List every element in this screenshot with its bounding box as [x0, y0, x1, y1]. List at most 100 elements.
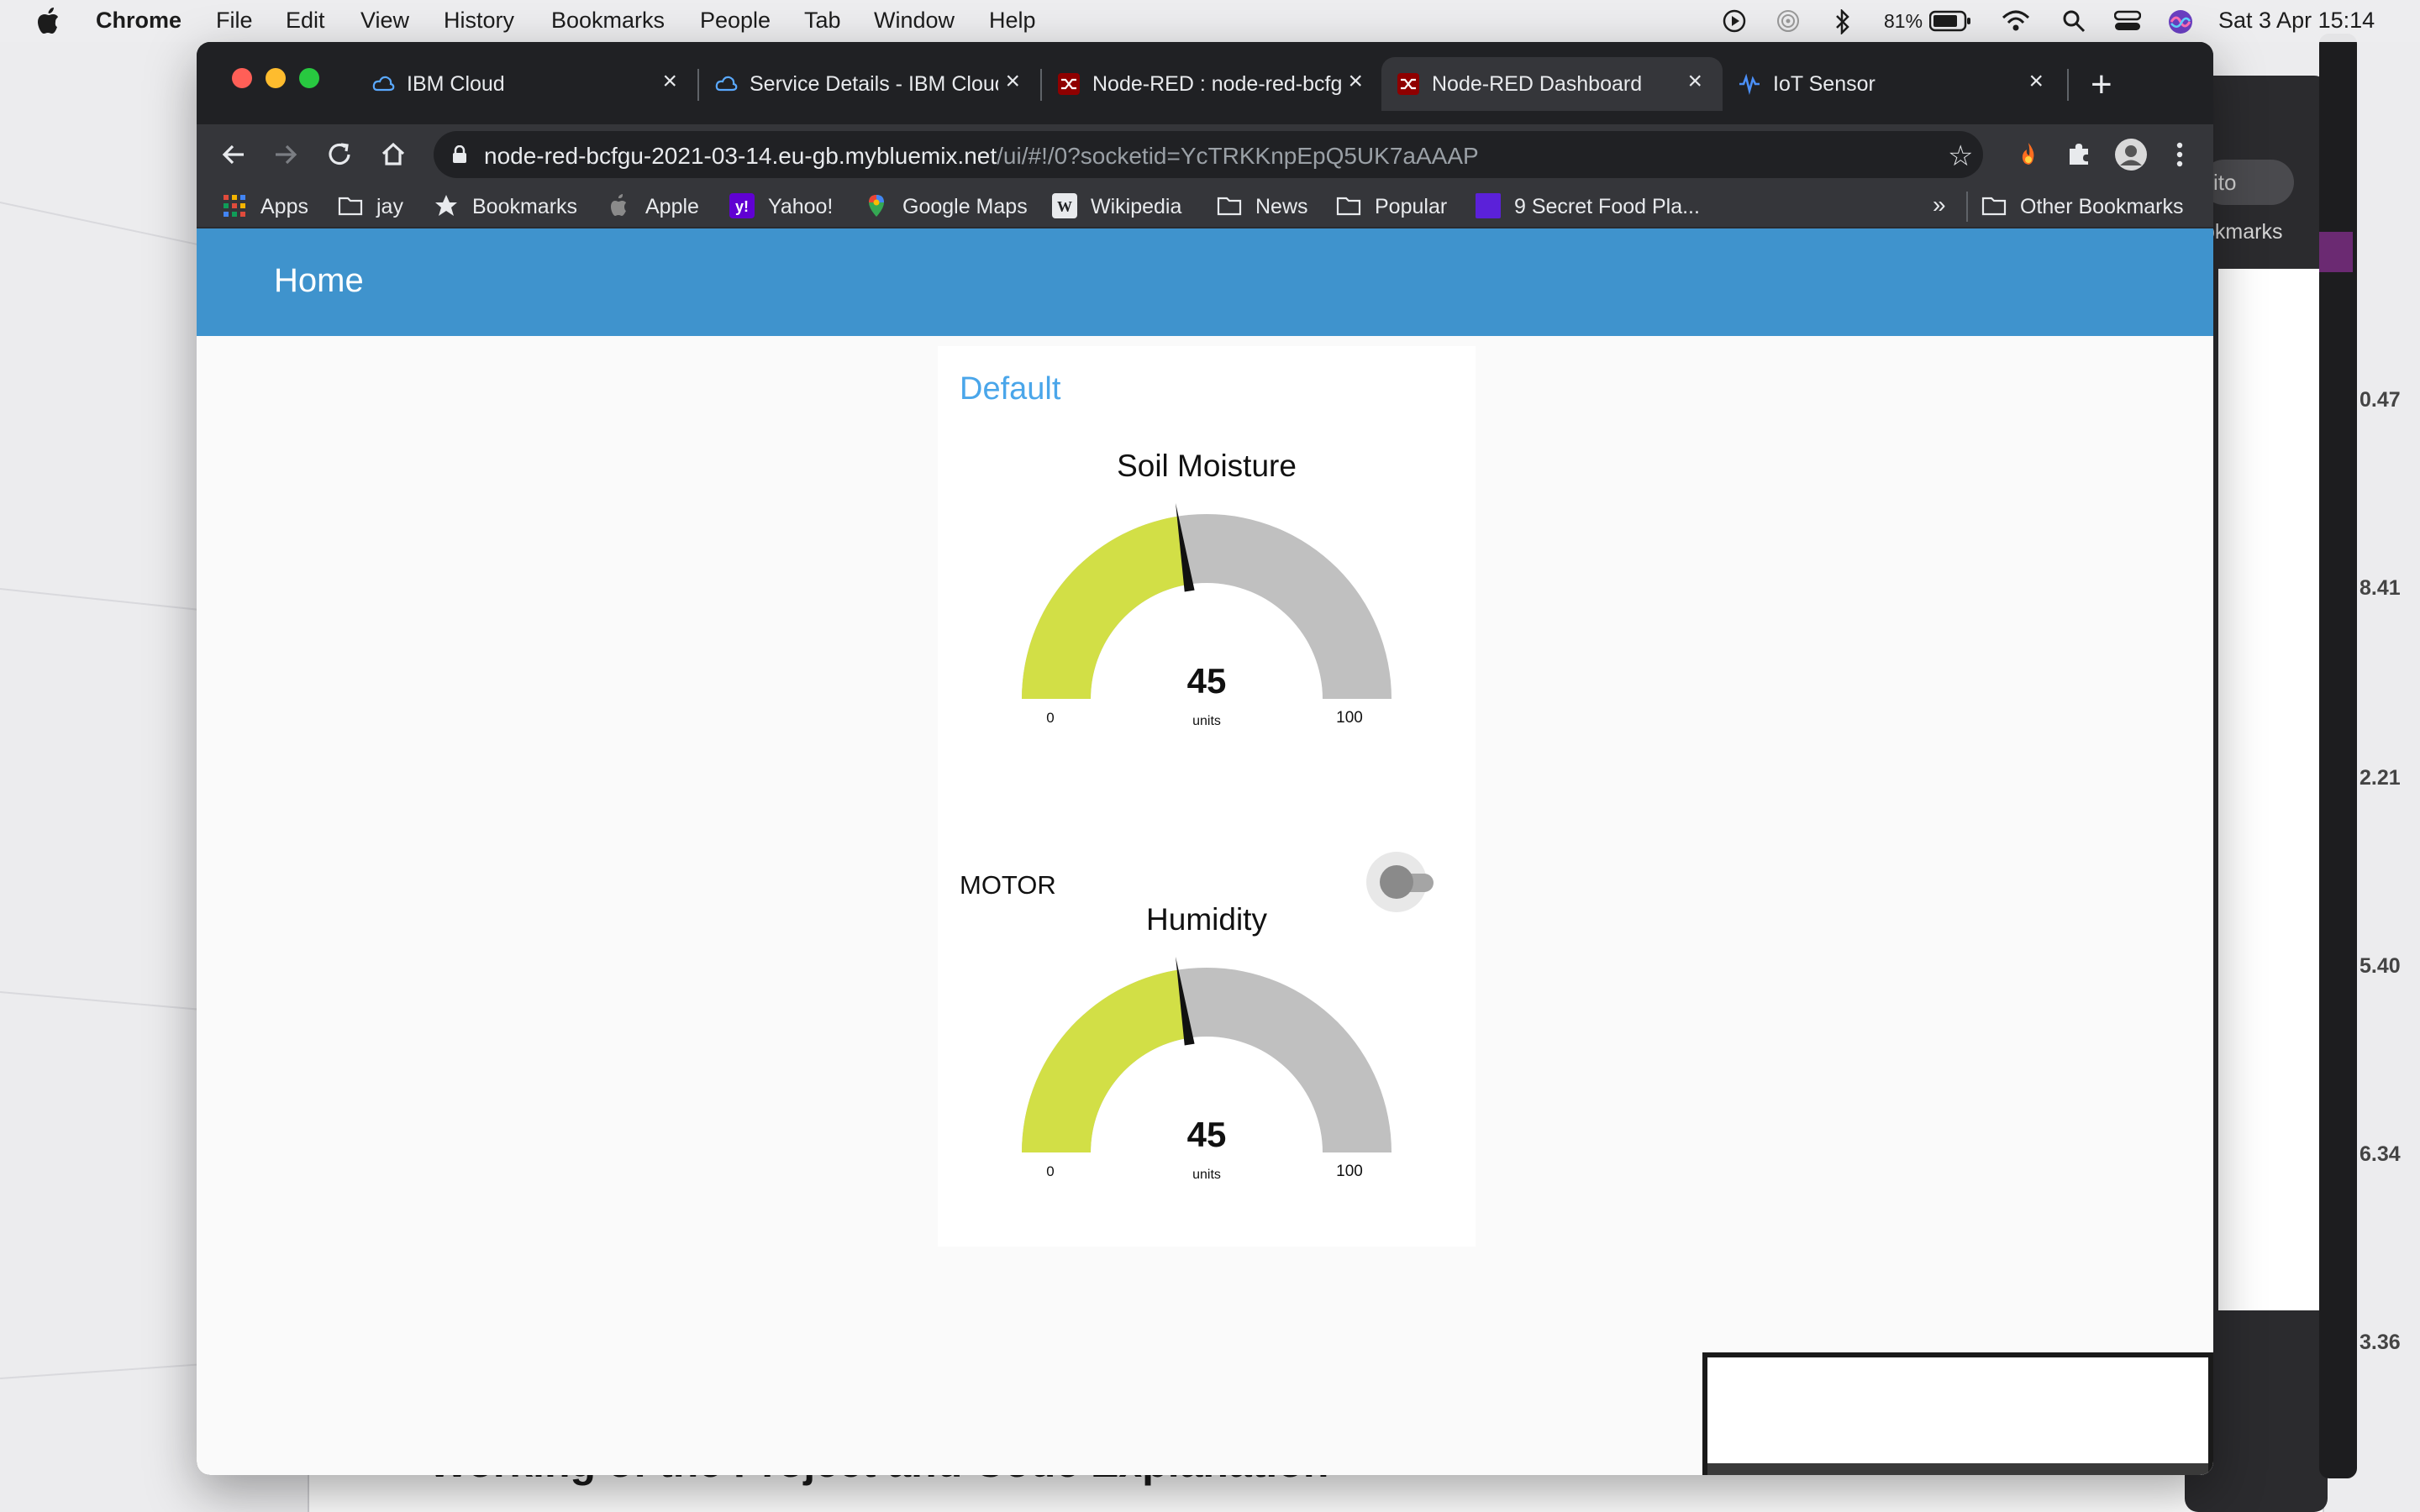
bookmarks-separator: [1966, 192, 1968, 222]
menu-window[interactable]: Window: [874, 8, 955, 34]
folder-icon: [338, 197, 363, 216]
bookmark-label: Apps: [260, 195, 308, 218]
url-text[interactable]: node-red-bcfgu-2021-03-14.eu-gb.mybluemi…: [484, 143, 1479, 170]
address-bar[interactable]: node-red-bcfgu-2021-03-14.eu-gb.mybluemi…: [434, 131, 1983, 178]
motor-label: MOTOR: [960, 870, 1056, 900]
menu-help[interactable]: Help: [989, 8, 1036, 34]
background-tab-accent: [2319, 232, 2353, 272]
close-window-button[interactable]: [232, 68, 252, 88]
wifi-icon[interactable]: [2002, 9, 2030, 33]
menu-bookmarks[interactable]: Bookmarks: [551, 8, 665, 34]
group-title: Default: [960, 371, 1061, 407]
background-number: 0.47: [2360, 388, 2401, 412]
bookmark-label: Bookmarks: [472, 195, 578, 218]
svg-text:y!: y!: [735, 198, 749, 215]
bookmark-page-icon: [1476, 193, 1501, 218]
battery-icon[interactable]: [1929, 10, 1971, 32]
browser-toolbar: node-red-bcfgu-2021-03-14.eu-gb.mybluemi…: [197, 124, 2213, 185]
soil-moisture-units: units: [1192, 714, 1221, 728]
background-number: 6.34: [2360, 1142, 2401, 1166]
airdrop-icon[interactable]: [1776, 9, 1800, 33]
new-tab-button[interactable]: +: [2091, 64, 2112, 106]
tab-title: IBM Cloud: [407, 72, 505, 96]
extension-flame-icon[interactable]: [2010, 136, 2047, 173]
yahoo-icon: y!: [729, 193, 755, 218]
bookmarks-overflow-chevron[interactable]: »: [1933, 192, 1946, 222]
dashboard-group: Default Soil Moisture 45 units 0 100 MOT…: [938, 346, 1476, 1247]
background-bookmarks-label: okmarks: [2203, 220, 2283, 244]
profile-avatar[interactable]: [2112, 136, 2149, 173]
back-arrow-icon[interactable]: [215, 136, 252, 173]
tab-title: Service Details - IBM Cloud: [750, 72, 998, 96]
tab-node-red-dashboard[interactable]: Node-RED Dashboard ×: [1381, 57, 1723, 111]
menu-history[interactable]: History: [444, 8, 514, 34]
bookmark-label: Yahoo!: [768, 195, 834, 218]
tab-strip: IBM Cloud × Service Details - IBM Cloud …: [197, 42, 2213, 124]
tab-separator: [2067, 69, 2069, 101]
background-incognito-badge: ito: [2202, 160, 2294, 205]
spotlight-search-icon[interactable]: [2062, 9, 2086, 33]
bookmark-label: Google Maps: [902, 195, 1028, 218]
menu-file[interactable]: File: [216, 8, 253, 34]
play-circle-icon[interactable]: [1723, 9, 1746, 33]
bookmark-star-icon[interactable]: ☆: [1948, 139, 1973, 173]
battery-percent: 81%: [1884, 10, 1923, 32]
node-red-icon: [1058, 73, 1080, 95]
close-tab-icon[interactable]: ×: [2028, 67, 2044, 96]
reload-icon[interactable]: [321, 136, 358, 173]
close-tab-icon[interactable]: ×: [1348, 67, 1363, 96]
background-window-panel: [2218, 269, 2319, 1310]
folder-icon: [1217, 197, 1242, 216]
ibm-cloud-icon: [372, 76, 395, 92]
google-maps-icon: [869, 195, 884, 217]
soil-moisture-gauge: 45 units 0 100: [1022, 502, 1392, 728]
zoom-window-button[interactable]: [299, 68, 319, 88]
forward-arrow-icon[interactable]: [267, 136, 304, 173]
bookmark-label: Popular: [1375, 195, 1448, 218]
chrome-menu-icon[interactable]: [2161, 136, 2198, 173]
background-number: 5.40: [2360, 954, 2401, 978]
soil-moisture-max: 100: [1336, 709, 1363, 727]
soil-moisture-title: Soil Moisture: [1117, 449, 1297, 483]
lock-icon[interactable]: [452, 145, 467, 164]
humidity-units: units: [1192, 1168, 1221, 1182]
switch-thumb[interactable]: [1380, 865, 1413, 899]
star-icon: [435, 195, 457, 216]
bluetooth-icon[interactable]: [1833, 9, 1852, 34]
minimize-window-button[interactable]: [266, 68, 286, 88]
tab-service-details[interactable]: Service Details - IBM Cloud ×: [699, 57, 1040, 111]
humidity-value: 45: [1187, 1115, 1227, 1154]
siri-icon[interactable]: [2168, 9, 2193, 34]
bookmark-label: News: [1255, 195, 1308, 218]
extensions-puzzle-icon[interactable]: [2060, 136, 2097, 173]
bookmark-label: Wikipedia: [1091, 195, 1182, 218]
url-path: /ui/#!/0?socketid=YcTRKKnpEpQ5UK7aAAAP: [997, 143, 1479, 169]
bookmark-label: Apple: [645, 195, 699, 218]
iot-sensor-icon: [1739, 73, 1760, 96]
page-viewport: Home Default Soil Moisture 45 units 0 10…: [197, 228, 2213, 1475]
tab-node-red-editor[interactable]: Node-RED : node-red-bcfgu ×: [1042, 57, 1383, 111]
wikipedia-icon: W: [1052, 193, 1077, 218]
floating-overlay-panel[interactable]: [1702, 1352, 2213, 1475]
tab-title: Node-RED : node-red-bcfgu: [1092, 72, 1341, 96]
macos-menu-bar: Chrome File Edit View History Bookmarks …: [0, 0, 2420, 42]
folder-icon: [1981, 197, 2007, 216]
menu-app-name[interactable]: Chrome: [96, 8, 182, 34]
close-tab-icon[interactable]: ×: [1687, 67, 1702, 96]
menu-edit[interactable]: Edit: [286, 8, 325, 34]
tab-title: IoT Sensor: [1773, 72, 1876, 96]
menu-clock[interactable]: Sat 3 Apr 15:14: [2218, 8, 2375, 34]
menu-tab[interactable]: Tab: [804, 8, 841, 34]
tab-iot-sensor[interactable]: IoT Sensor ×: [1723, 57, 2064, 111]
close-tab-icon[interactable]: ×: [1005, 67, 1020, 96]
apple-logo-icon[interactable]: [35, 7, 60, 35]
close-tab-icon[interactable]: ×: [662, 67, 677, 96]
tab-ibm-cloud[interactable]: IBM Cloud ×: [356, 57, 697, 111]
home-icon[interactable]: [375, 136, 412, 173]
background-number: 8.41: [2360, 576, 2401, 600]
menu-view[interactable]: View: [360, 8, 409, 34]
menu-people[interactable]: People: [700, 8, 771, 34]
control-center-icon[interactable]: [2114, 9, 2141, 33]
humidity-max: 100: [1336, 1163, 1363, 1180]
soil-moisture-value: 45: [1187, 661, 1227, 701]
